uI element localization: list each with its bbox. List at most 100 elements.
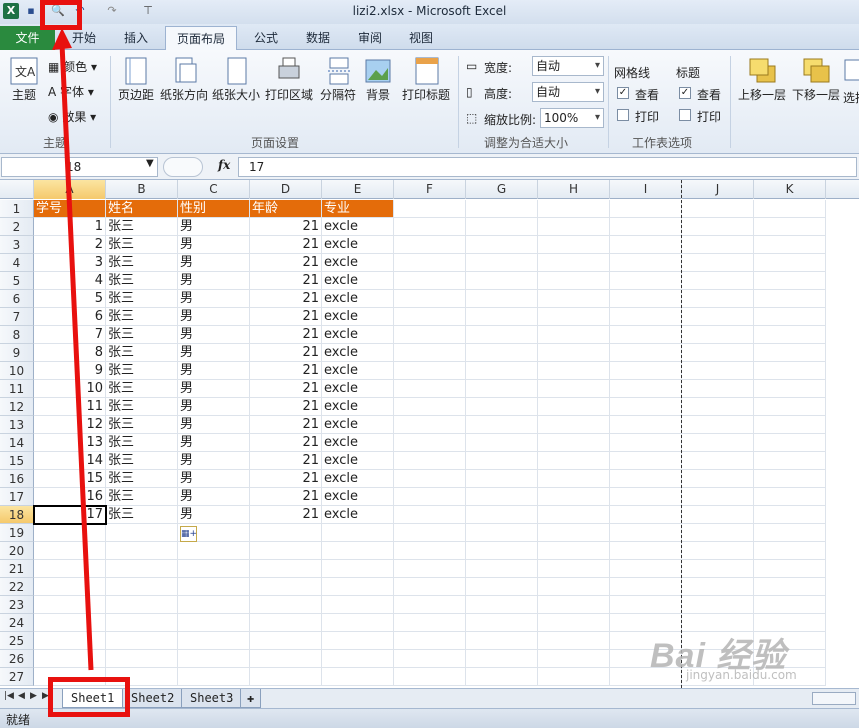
cell[interactable]: 性别 bbox=[178, 200, 250, 218]
cell[interactable] bbox=[106, 650, 178, 668]
cell[interactable] bbox=[610, 362, 682, 380]
cell[interactable] bbox=[466, 218, 538, 236]
name-box[interactable]: 18 bbox=[1, 157, 158, 177]
cell[interactable] bbox=[466, 524, 538, 542]
cell[interactable] bbox=[394, 308, 466, 326]
cell[interactable] bbox=[106, 614, 178, 632]
row-header[interactable]: 8 bbox=[0, 326, 34, 344]
cell[interactable]: 1 bbox=[34, 218, 106, 236]
row-header[interactable]: 21 bbox=[0, 560, 34, 578]
height-select[interactable]: 自动 bbox=[532, 82, 604, 102]
cell[interactable]: excle bbox=[322, 488, 394, 506]
cell[interactable] bbox=[682, 362, 754, 380]
size-button[interactable]: 纸张大小 bbox=[212, 56, 260, 103]
cell[interactable]: 张三 bbox=[106, 218, 178, 236]
cell[interactable]: 21 bbox=[250, 488, 322, 506]
cell[interactable] bbox=[682, 488, 754, 506]
cell[interactable] bbox=[466, 290, 538, 308]
cell[interactable] bbox=[394, 272, 466, 290]
cell[interactable] bbox=[466, 398, 538, 416]
cell[interactable]: excle bbox=[322, 434, 394, 452]
cell[interactable]: 男 bbox=[178, 380, 250, 398]
cell[interactable]: 21 bbox=[250, 326, 322, 344]
cell[interactable]: 男 bbox=[178, 272, 250, 290]
cell[interactable] bbox=[250, 668, 322, 686]
cell[interactable] bbox=[610, 488, 682, 506]
cell[interactable] bbox=[466, 344, 538, 362]
cell[interactable]: 8 bbox=[34, 344, 106, 362]
cell[interactable] bbox=[394, 578, 466, 596]
cell[interactable]: 张三 bbox=[106, 506, 178, 524]
cell[interactable] bbox=[466, 560, 538, 578]
cell[interactable]: 男 bbox=[178, 326, 250, 344]
cell[interactable]: 21 bbox=[250, 452, 322, 470]
cell[interactable] bbox=[178, 578, 250, 596]
cell[interactable] bbox=[466, 506, 538, 524]
cell[interactable] bbox=[34, 560, 106, 578]
formula-bar-splitter[interactable] bbox=[163, 157, 203, 177]
cell[interactable] bbox=[394, 452, 466, 470]
cell[interactable]: 学号 bbox=[34, 200, 106, 218]
cell[interactable] bbox=[322, 650, 394, 668]
cell[interactable] bbox=[466, 614, 538, 632]
cell[interactable] bbox=[754, 398, 826, 416]
cell[interactable] bbox=[538, 632, 610, 650]
cell[interactable]: 张三 bbox=[106, 236, 178, 254]
scale-input[interactable]: 100% bbox=[540, 108, 604, 128]
column-header-g[interactable]: G bbox=[466, 180, 538, 199]
cell[interactable] bbox=[466, 542, 538, 560]
cell[interactable]: 21 bbox=[250, 254, 322, 272]
cell[interactable] bbox=[394, 362, 466, 380]
cell[interactable] bbox=[610, 542, 682, 560]
active-cell[interactable] bbox=[33, 505, 107, 525]
row-header[interactable]: 20 bbox=[0, 542, 34, 560]
cell[interactable] bbox=[682, 218, 754, 236]
sheet-tab-sheet3[interactable]: Sheet3 bbox=[181, 689, 243, 708]
print-titles-button[interactable]: 打印标题 bbox=[400, 56, 452, 103]
cell[interactable]: 5 bbox=[34, 290, 106, 308]
cell[interactable] bbox=[466, 578, 538, 596]
cell[interactable] bbox=[610, 560, 682, 578]
fonts-button[interactable]: A 字体 ▾ bbox=[48, 83, 94, 100]
cell[interactable]: 11 bbox=[34, 398, 106, 416]
cell[interactable] bbox=[322, 614, 394, 632]
cell[interactable] bbox=[754, 200, 826, 218]
column-header-j[interactable]: J bbox=[682, 180, 754, 199]
cell[interactable] bbox=[250, 614, 322, 632]
cell[interactable] bbox=[538, 290, 610, 308]
cell[interactable]: excle bbox=[322, 290, 394, 308]
breaks-button[interactable]: 分隔符 bbox=[318, 56, 358, 103]
cell[interactable]: 13 bbox=[34, 434, 106, 452]
column-header-h[interactable]: H bbox=[538, 180, 610, 199]
column-header-k[interactable]: K bbox=[754, 180, 826, 199]
cell[interactable] bbox=[322, 596, 394, 614]
column-header-a[interactable]: A bbox=[34, 180, 106, 199]
cell[interactable] bbox=[394, 524, 466, 542]
cell[interactable] bbox=[106, 578, 178, 596]
cell[interactable] bbox=[466, 596, 538, 614]
colors-button[interactable]: ▦ 颜色 ▾ bbox=[48, 58, 97, 75]
cell[interactable] bbox=[394, 344, 466, 362]
cell[interactable]: 7 bbox=[34, 326, 106, 344]
cell[interactable]: 4 bbox=[34, 272, 106, 290]
cell[interactable] bbox=[394, 506, 466, 524]
cell[interactable] bbox=[538, 542, 610, 560]
cell[interactable]: 张三 bbox=[106, 272, 178, 290]
margins-button[interactable]: 页边距 bbox=[116, 56, 156, 103]
row-header[interactable]: 4 bbox=[0, 254, 34, 272]
row-header[interactable]: 2 bbox=[0, 218, 34, 236]
cell[interactable] bbox=[178, 614, 250, 632]
cell[interactable] bbox=[250, 560, 322, 578]
cell[interactable] bbox=[754, 308, 826, 326]
cell[interactable] bbox=[394, 542, 466, 560]
cell[interactable] bbox=[466, 668, 538, 686]
cell[interactable]: 姓名 bbox=[106, 200, 178, 218]
cell[interactable]: excle bbox=[322, 236, 394, 254]
cell[interactable] bbox=[394, 254, 466, 272]
cell[interactable]: 21 bbox=[250, 506, 322, 524]
row-header[interactable]: 18 bbox=[0, 506, 34, 524]
cell[interactable] bbox=[538, 308, 610, 326]
cell[interactable]: 年龄 bbox=[250, 200, 322, 218]
cell[interactable] bbox=[34, 578, 106, 596]
cell[interactable]: 张三 bbox=[106, 434, 178, 452]
